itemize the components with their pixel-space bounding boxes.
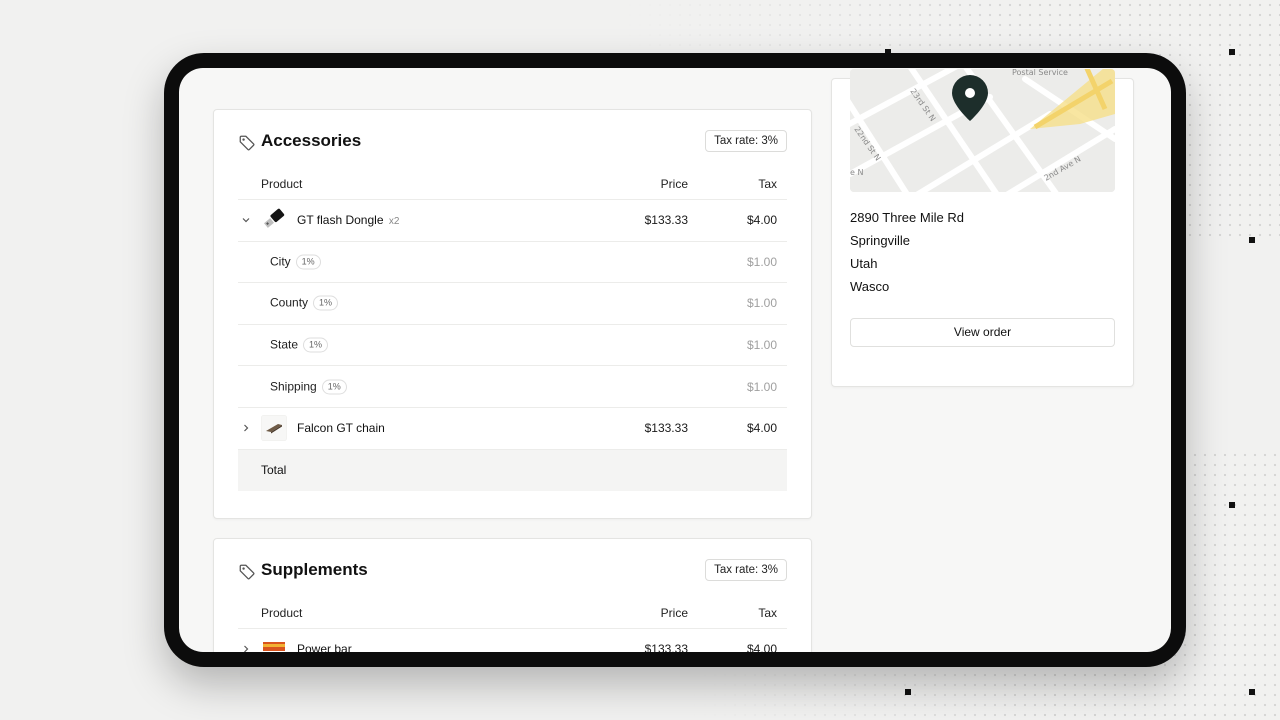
accessories-card: Accessories Tax rate: 3% Product Price T… (213, 109, 812, 519)
rate-pill: 1% (321, 379, 347, 395)
supplements-card: Supplements Tax rate: 3% Product Price T… (213, 538, 812, 652)
corner-marker (1229, 502, 1235, 508)
map[interactable]: 22nd St N 23rd St N 2nd Ave N Postal Ser… (850, 69, 1115, 192)
product-tax: $4.00 (746, 213, 777, 228)
breakdown-tax: $1.00 (746, 254, 777, 269)
card-title: Accessories (261, 131, 362, 150)
product-thumbnail (261, 415, 287, 442)
product-thumbnail (261, 207, 287, 234)
address-city: Springville (850, 233, 910, 248)
tax-breakdown-row: City 1% $1.00 (238, 242, 787, 284)
tablet-frame: Accessories Tax rate: 3% Product Price T… (164, 53, 1186, 667)
corner-marker (1249, 689, 1255, 695)
product-price: $133.33 (644, 213, 688, 228)
tag-icon (239, 564, 255, 580)
card-header: Accessories Tax rate: 3% (238, 130, 787, 154)
corner-marker (1229, 49, 1235, 55)
product-tax: $4.00 (746, 642, 777, 652)
tag-icon (239, 135, 255, 151)
table-header: Product Price Tax (238, 167, 787, 200)
total-label: Total (261, 463, 287, 478)
product-thumbnail (261, 636, 287, 652)
card-header: Supplements Tax rate: 3% (238, 559, 787, 583)
breakdown-tax: $1.00 (746, 338, 777, 353)
map-graphic: 22nd St N 23rd St N 2nd Ave N Postal Ser… (850, 69, 1115, 192)
column-product: Product (261, 177, 303, 191)
address-region: Wasco (850, 279, 890, 294)
product-quantity: x2 (388, 216, 400, 228)
breakdown-tax: $1.00 (746, 379, 777, 394)
tax-breakdown-row: County 1% $1.00 (238, 283, 787, 325)
map-label: Postal Service (1012, 69, 1068, 77)
column-tax: Tax (758, 606, 777, 620)
tax-rate-badge: Tax rate: 3% (705, 559, 787, 581)
address-lines: 2890 Three Mile Rd Springville Utah Wasc… (850, 206, 964, 298)
address-state: Utah (850, 256, 878, 271)
corner-marker (905, 689, 911, 695)
product-price: $133.33 (644, 642, 688, 652)
tax-breakdown-row: State 1% $1.00 (238, 325, 787, 367)
total-row: Total (238, 449, 787, 492)
column-tax: Tax (758, 177, 777, 191)
breakdown-label: State (270, 337, 299, 352)
address-street: 2890 Three Mile Rd (850, 210, 964, 225)
screen: Accessories Tax rate: 3% Product Price T… (179, 68, 1171, 652)
tax-table: Product Price Tax Power bar $133.33 $4.0… (238, 596, 787, 652)
product-price: $133.33 (644, 421, 688, 436)
breakdown-label: City (270, 254, 291, 269)
table-header: Product Price Tax (238, 596, 787, 629)
breakdown-label: County (270, 295, 309, 310)
shipping-address-card: 22nd St N 23rd St N 2nd Ave N Postal Ser… (831, 69, 1134, 387)
rate-pill: 1% (295, 254, 321, 270)
column-price: Price (660, 177, 688, 191)
column-price: Price (660, 606, 688, 620)
tax-table: Product Price Tax GT flash Dongle x2 $13… (238, 167, 787, 492)
breakdown-label: Shipping (270, 379, 317, 394)
table-row[interactable]: GT flash Dongle x2 $133.33 $4.00 (238, 200, 787, 242)
product-tax: $4.00 (746, 421, 777, 436)
map-label: e N (850, 168, 863, 177)
table-row[interactable]: Power bar $133.33 $4.00 (238, 629, 787, 652)
card-title: Supplements (261, 560, 368, 579)
product-name: Falcon GT chain (297, 421, 385, 436)
chevron-down-icon[interactable] (241, 215, 251, 225)
rate-pill: 1% (303, 337, 329, 353)
column-product: Product (261, 606, 303, 620)
tax-rate-badge: Tax rate: 3% (705, 130, 787, 152)
tax-breakdown-row: Shipping 1% $1.00 (238, 366, 787, 408)
rate-pill: 1% (313, 295, 339, 311)
corner-marker (1249, 237, 1255, 243)
product-name: GT flash Dongle x2 (297, 213, 400, 228)
chevron-right-icon[interactable] (241, 644, 251, 652)
chevron-right-icon[interactable] (241, 423, 251, 433)
breakdown-tax: $1.00 (746, 296, 777, 311)
view-order-button[interactable]: View order (850, 318, 1115, 347)
product-name: Power bar (297, 642, 352, 652)
table-row[interactable]: Falcon GT chain $133.33 $4.00 (238, 408, 787, 450)
